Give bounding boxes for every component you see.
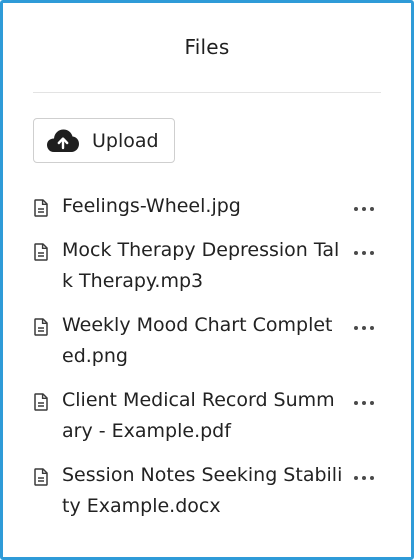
file-item[interactable]: Mock Therapy Depression Talk Therapy.mp3 [33,235,393,297]
file-document-icon [34,393,48,411]
more-options-icon[interactable] [351,248,377,258]
file-document-icon [34,199,48,217]
file-name[interactable]: Session Notes Seeking Stability Example.… [62,460,344,522]
more-options-icon[interactable] [351,473,377,483]
file-item[interactable]: Feelings-Wheel.jpg [33,191,393,222]
more-options-icon[interactable] [351,204,377,214]
file-list: Feelings-Wheel.jpg Mock Therapy Depressi… [33,191,393,535]
upload-button[interactable]: Upload [33,118,175,163]
file-item[interactable]: Weekly Mood Chart Completed.png [33,310,393,372]
file-item[interactable]: Client Medical Record Summary - Example.… [33,385,393,447]
cloud-upload-icon [47,129,79,152]
file-document-icon [34,318,48,336]
file-name[interactable]: Client Medical Record Summary - Example.… [62,385,344,447]
file-document-icon [34,468,48,486]
upload-label: Upload [92,129,159,152]
more-options-icon[interactable] [351,398,377,408]
panel-title: Files [184,35,230,59]
file-name[interactable]: Feelings-Wheel.jpg [62,191,344,222]
file-name[interactable]: Mock Therapy Depression Talk Therapy.mp3 [62,235,344,297]
files-panel: Files Upload Feelings-Wheel.jpg Mock The… [0,0,414,560]
more-options-icon[interactable] [351,323,377,333]
divider [33,92,381,93]
file-name[interactable]: Weekly Mood Chart Completed.png [62,310,344,372]
file-item[interactable]: Session Notes Seeking Stability Example.… [33,460,393,522]
file-document-icon [34,243,48,261]
